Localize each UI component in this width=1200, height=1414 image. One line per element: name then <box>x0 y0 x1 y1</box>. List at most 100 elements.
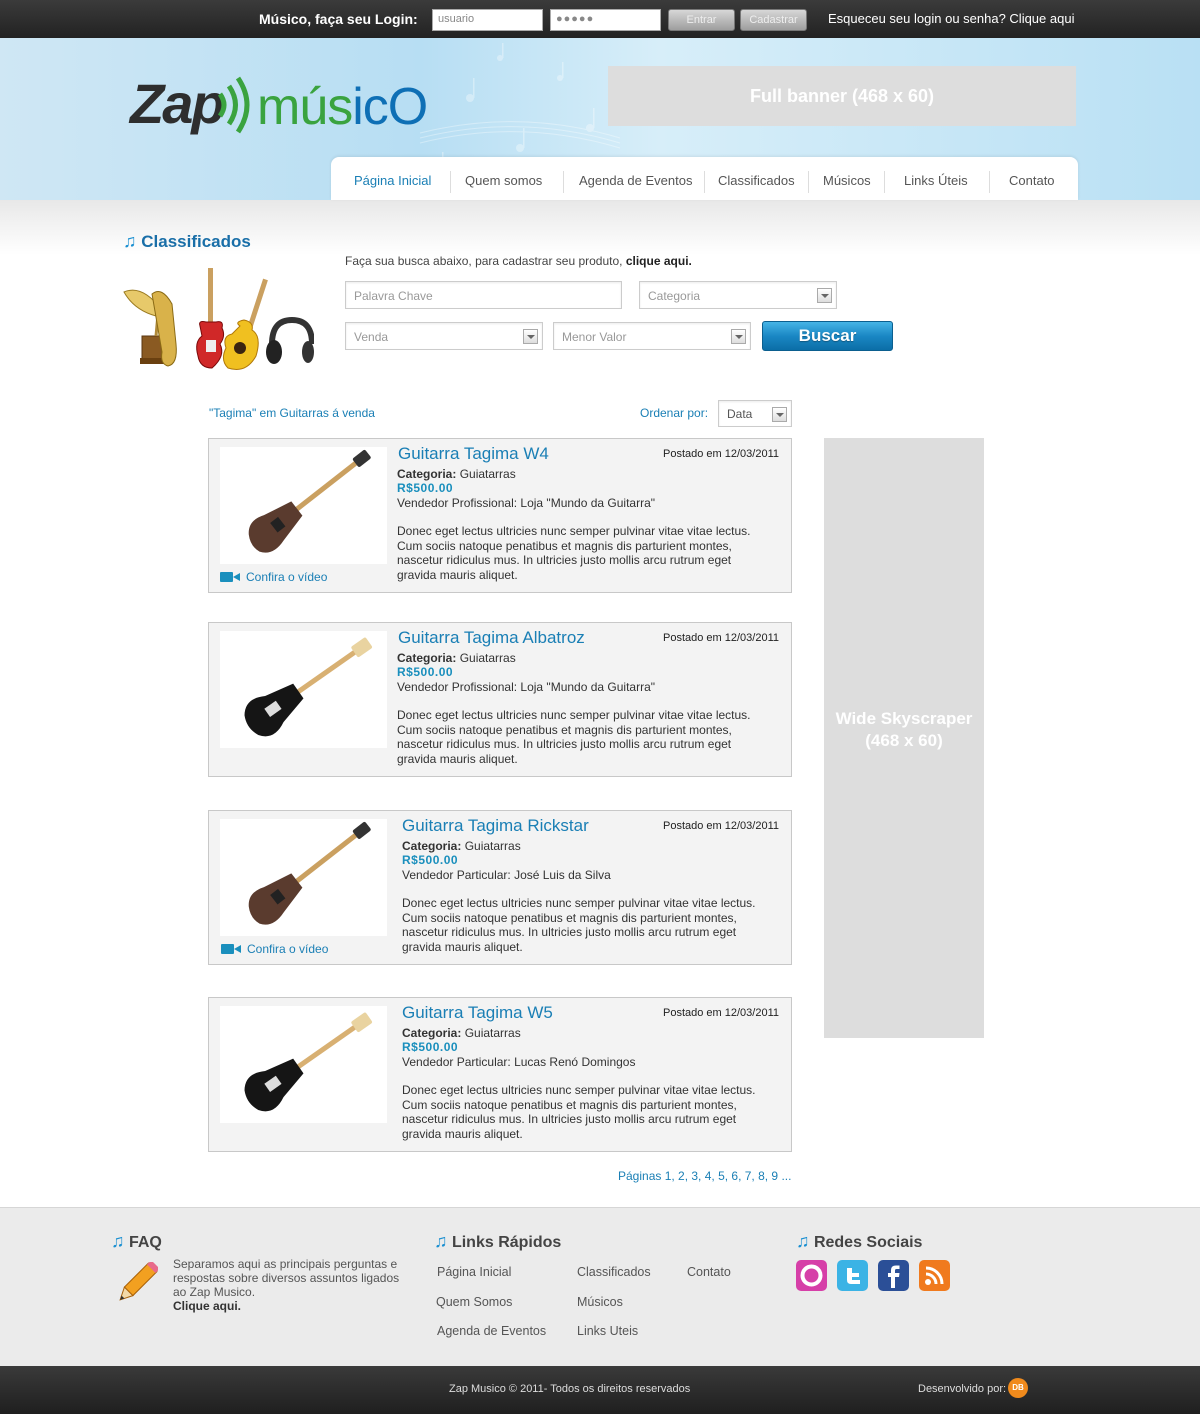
footer-link-contato[interactable]: Contato <box>687 1265 731 1279</box>
electric-guitar-image <box>244 637 373 737</box>
category-label: Categoria: <box>397 651 457 665</box>
footer-link-pagina-inicial[interactable]: Página Inicial <box>437 1265 511 1279</box>
nav-item-musicos[interactable]: Músicos <box>823 173 871 188</box>
sort-value-select[interactable]: Menor Valor <box>553 322 751 350</box>
pencil-icon <box>119 1262 158 1301</box>
bass-guitar-image <box>248 449 371 553</box>
nav-divider <box>989 171 990 193</box>
chevron-down-icon <box>731 329 746 344</box>
listing-title[interactable]: Guitarra Tagima W5 <box>402 1003 553 1023</box>
twitter-glyph <box>847 1268 860 1284</box>
listing-card[interactable]: Guitarra Tagima W5 Postado em 12/03/2011… <box>208 997 792 1152</box>
category-label: Categoria: <box>402 839 462 853</box>
rss-glyph <box>925 1266 944 1285</box>
listing-price: R$500.00 <box>397 665 454 679</box>
sale-type-select[interactable]: Venda <box>345 322 543 350</box>
footer-link-links-uteis[interactable]: Links Uteis <box>577 1324 638 1338</box>
search-button[interactable]: Buscar <box>762 321 893 351</box>
wide-skyscraper-ad[interactable]: Wide Skyscraper (468 x 60) <box>824 438 984 1038</box>
listing-description: Donec eget lectus ultricies nunc semper … <box>397 524 751 582</box>
facebook-glyph <box>888 1265 900 1288</box>
main-nav: Página Inicial Quem somos Agenda de Even… <box>331 157 1078 200</box>
facebook-icon[interactable] <box>878 1260 909 1291</box>
nav-item-pagina-inicial[interactable]: Página Inicial <box>354 173 431 188</box>
order-by-select[interactable]: Data <box>718 400 792 427</box>
listing-image[interactable] <box>220 819 387 936</box>
watch-video-link[interactable]: Confira o vídeo <box>221 942 328 956</box>
watch-video-label: Confira o vídeo <box>246 570 328 584</box>
music-note-icon: ♫ <box>434 1231 448 1251</box>
rss-icon[interactable] <box>919 1260 950 1291</box>
developer-logo[interactable]: DB <box>1008 1378 1028 1398</box>
listing-seller: Vendedor Particular: José Luis da Silva <box>402 868 611 882</box>
listing-date: Postado em 12/03/2011 <box>663 1007 779 1019</box>
faq-link[interactable]: Clique aqui. <box>173 1299 241 1313</box>
footer-link-agenda-eventos[interactable]: Agenda de Eventos <box>437 1324 546 1338</box>
twitter-icon[interactable] <box>837 1260 868 1291</box>
listing-price: R$500.00 <box>402 853 459 867</box>
listing-card[interactable]: Guitarra Tagima W4 Postado em 12/03/2011… <box>208 438 792 593</box>
listing-price: R$500.00 <box>397 481 454 495</box>
pagination[interactable]: Páginas 1, 2, 3, 4, 5, 6, 7, 8, 9 ... <box>618 1169 791 1183</box>
listing-date: Postado em 12/03/2011 <box>663 448 779 460</box>
listing-description: Donec eget lectus ultricies nunc semper … <box>402 896 756 954</box>
order-by-label: Ordenar por: <box>640 406 709 420</box>
listing-title[interactable]: Guitarra Tagima W4 <box>398 444 549 464</box>
zap-musico-logo[interactable]: Zap músicO <box>130 72 428 142</box>
register-button[interactable]: Cadastrar <box>740 9 807 31</box>
search-hint: Faça sua busca abaixo, para cadastrar se… <box>345 254 692 268</box>
order-by-value: Data <box>727 407 753 421</box>
listing-card[interactable]: Guitarra Tagima Rickstar Postado em 12/0… <box>208 810 792 965</box>
music-note-icon: ♫ <box>796 1231 810 1251</box>
listing-date: Postado em 12/03/2011 <box>663 632 779 644</box>
footer-link-quem-somos[interactable]: Quem Somos <box>436 1295 512 1309</box>
copyright: Zap Musico © 2011- Todos os direitos res… <box>449 1383 691 1395</box>
category-value: Guiatarras <box>459 651 516 665</box>
video-camera-icon <box>220 572 240 582</box>
video-camera-icon <box>221 944 241 954</box>
listing-description: Donec eget lectus ultricies nunc semper … <box>402 1083 756 1141</box>
listing-category: Categoria: Guiatarras <box>397 467 516 481</box>
listing-title[interactable]: Guitarra Tagima Albatroz <box>398 628 585 648</box>
bass-guitar-image <box>248 821 371 925</box>
nav-item-links-uteis[interactable]: Links Úteis <box>904 173 968 188</box>
nav-divider <box>884 171 885 193</box>
quick-links-title-text: Links Rápidos <box>451 1234 562 1251</box>
nav-item-classificados[interactable]: Classificados <box>718 173 795 188</box>
watch-video-link[interactable]: Confira o vídeo <box>220 570 327 584</box>
login-button[interactable]: Entrar <box>668 9 735 31</box>
full-banner-ad[interactable]: Full banner (468 x 60) <box>608 66 1076 126</box>
sale-type-value: Venda <box>354 330 389 344</box>
listing-image[interactable] <box>220 1006 387 1123</box>
quick-links-title: ♫ Links Rápidos <box>434 1231 561 1252</box>
orkut-glyph <box>800 1264 823 1287</box>
password-input[interactable]: ●●●●● <box>550 9 661 31</box>
keyword-input[interactable]: Palavra Chave <box>345 281 622 309</box>
listing-title[interactable]: Guitarra Tagima Rickstar <box>402 816 589 836</box>
forgot-password-link[interactable]: Esqueceu seu login ou senha? Clique aqui <box>828 11 1074 26</box>
chevron-down-icon <box>523 329 538 344</box>
nav-divider <box>704 171 705 193</box>
skyscraper-line1: Wide Skyscraper <box>835 709 973 728</box>
category-label: Categoria: <box>397 467 457 481</box>
listing-price: R$500.00 <box>402 1040 459 1054</box>
listing-image[interactable] <box>220 631 387 748</box>
username-input[interactable]: usuario <box>432 9 543 31</box>
nav-item-contato[interactable]: Contato <box>1009 173 1055 188</box>
footer-link-musicos[interactable]: Músicos <box>577 1295 623 1309</box>
nav-item-quem-somos[interactable]: Quem somos <box>465 173 542 188</box>
category-select[interactable]: Categoria <box>639 281 837 309</box>
nav-item-agenda-eventos[interactable]: Agenda de Eventos <box>579 173 692 188</box>
skyscraper-label: Wide Skyscraper (468 x 60) <box>824 708 984 752</box>
orkut-icon[interactable] <box>796 1260 827 1291</box>
listing-image[interactable] <box>220 447 387 564</box>
developed-by-label: Desenvolvido por: <box>918 1383 1007 1395</box>
footer-link-classificados[interactable]: Classificados <box>577 1265 651 1279</box>
sort-value-value: Menor Valor <box>562 330 627 344</box>
register-product-link[interactable]: clique aqui. <box>626 254 692 268</box>
page-title-text: Classificados <box>141 232 251 251</box>
listing-card[interactable]: Guitarra Tagima Albatroz Postado em 12/0… <box>208 622 792 777</box>
chevron-down-icon <box>772 407 787 422</box>
login-label: Músico, faça seu Login: <box>259 11 418 27</box>
nav-divider <box>808 171 809 193</box>
